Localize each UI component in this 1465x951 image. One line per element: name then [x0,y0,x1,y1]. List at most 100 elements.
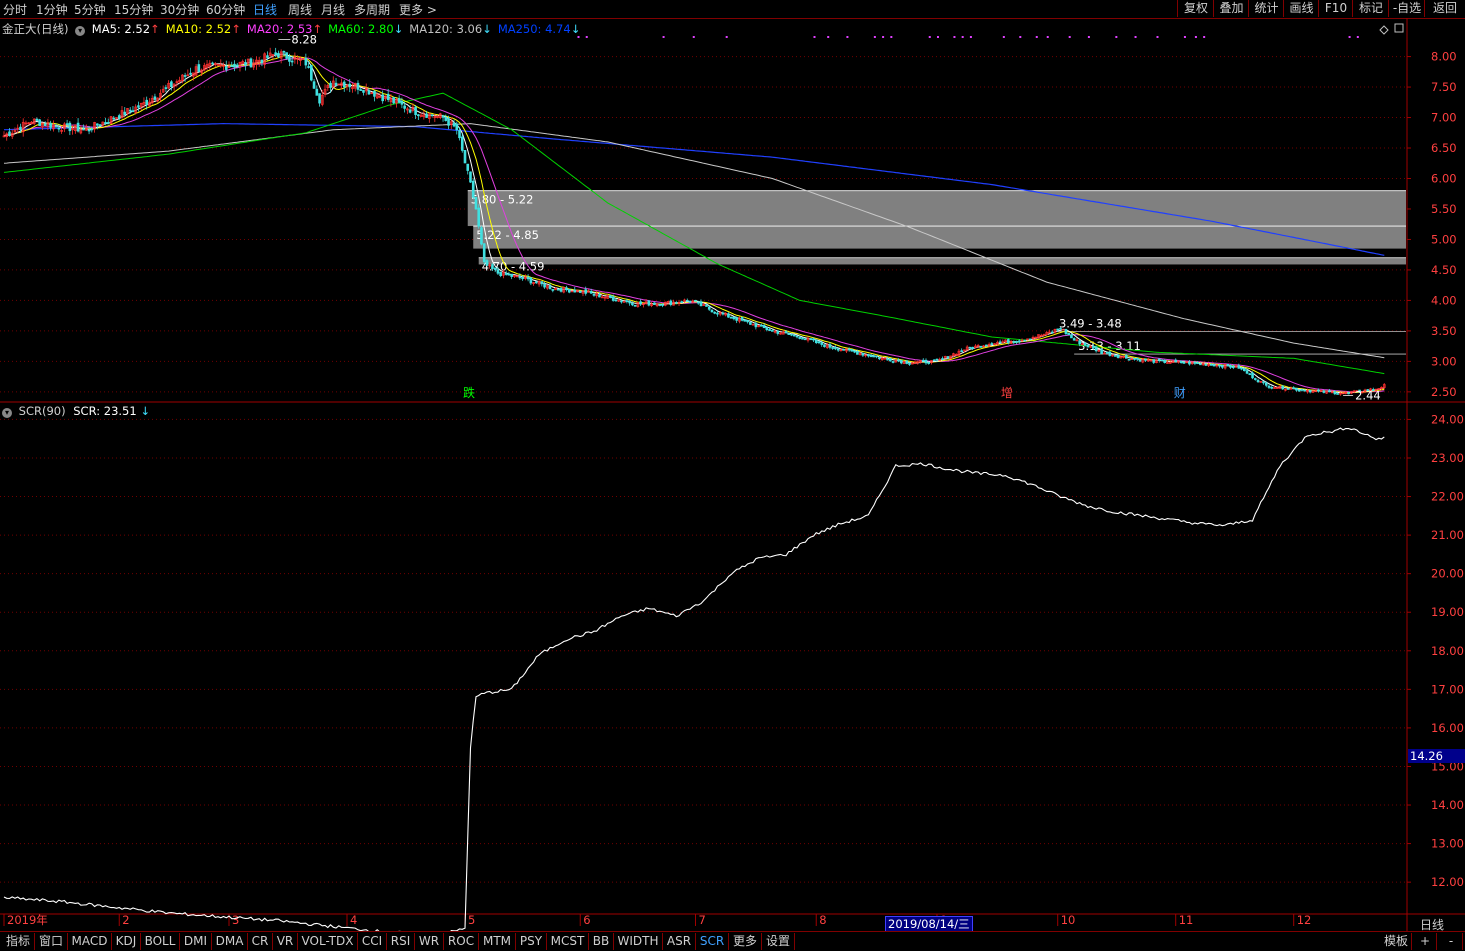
candle-body [290,60,294,63]
candle-body [1256,379,1260,383]
period-2[interactable]: 5分钟 [74,1,106,18]
toolbar-button-0[interactable]: 复权 [1177,0,1214,17]
candle-body [38,119,41,126]
tab-4[interactable]: BOLL [141,933,180,950]
y-tick-label: 23.00 [1431,451,1464,465]
event-marker: 增 [1001,386,1013,400]
candle-body [1070,334,1073,339]
tab-1[interactable]: 窗口 [35,933,68,950]
candle-body [1328,390,1331,393]
y-tick-label: 6.50 [1431,141,1457,155]
candle-body [1157,358,1161,361]
y-tick-label: 19.00 [1431,605,1464,619]
candle-body [1221,365,1224,368]
candle-body [1050,331,1054,334]
tab-8[interactable]: VR [273,933,298,950]
candle-body [685,299,689,302]
tab-15[interactable]: PSY [516,933,547,950]
ma-legend-arrow-3: ↓ [393,22,404,36]
tab-2[interactable]: MACD [68,933,112,950]
candle-body [543,283,546,288]
period-3[interactable]: 15分钟 [114,1,153,18]
candle-body [310,64,313,81]
candle-body [356,82,360,90]
ma-legend-item-3: MA60: 2.80↓ [328,22,404,36]
candle-body [2,135,6,138]
period-10[interactable]: 更多 > [399,1,437,18]
tab-14[interactable]: MTM [479,933,516,950]
candle-body [540,281,544,285]
period-0[interactable]: 分时 [3,1,27,18]
event-dot [936,36,939,38]
candle-body [762,325,766,329]
event-dot [1087,36,1090,38]
candle-body [886,358,889,361]
settings-icon[interactable]: ▾ [2,408,12,418]
tab-18[interactable]: WIDTH [614,933,663,950]
candle-body [1248,373,1252,376]
toolbar-button-1[interactable]: 叠加 [1213,0,1249,17]
toolbar-button-5[interactable]: 标记 [1352,0,1389,17]
toolbar-button-3[interactable]: 画线 [1283,0,1319,17]
period-5[interactable]: 60分钟 [206,1,245,18]
candle-body [318,93,321,104]
candle-body [430,114,434,117]
tab-12[interactable]: WR [415,933,444,950]
toolbar-button-2[interactable]: 统计 [1248,0,1284,17]
period-1[interactable]: 1分钟 [36,1,68,18]
toolbar-button-6[interactable]: -自选 [1388,0,1425,17]
stock-chart[interactable]: 2.50 3.00 3.50 4.00 4.50 5.00 5.50 6.00 6.50 7.00… [0,18,1465,931]
candle-body [658,304,662,306]
candle-body [1001,341,1005,344]
tab-5[interactable]: DMI [180,933,212,950]
candle-body [559,288,563,292]
tab-22[interactable]: 设置 [762,933,795,950]
tab-16[interactable]: MCST [547,933,589,950]
tab-13[interactable]: ROC [444,933,479,950]
candle-body [768,329,771,331]
y-tick-label: 22.00 [1431,490,1464,504]
tab-7[interactable]: CR [248,933,273,950]
candle-body [735,317,738,321]
scr-line [3,427,1385,931]
settings-icon[interactable]: ▾ [75,26,86,36]
toolbar-button-4[interactable]: F10 [1318,0,1353,17]
candle-body [1182,362,1186,364]
tab-20[interactable]: SCR [696,933,729,950]
y-tick-label: 20.00 [1431,567,1464,581]
candle-body [1083,342,1087,346]
tab-0[interactable]: 指标 [2,933,35,950]
candle-body [653,302,656,306]
candle-body [716,312,719,315]
toolbar-button-7[interactable]: 返回 [1424,0,1465,17]
tab-6[interactable]: DMA [212,933,248,950]
tab-right-0[interactable]: 模板 [1381,933,1412,950]
cursor-date-label: 2019/08/14/三 [885,916,973,932]
period-7[interactable]: 周线 [288,1,312,18]
candle-body [285,52,288,59]
y-tick-label: 2.50 [1431,385,1457,399]
tab-21[interactable]: 更多 [729,933,762,950]
event-dot [928,36,931,38]
y-tick-label: 3.00 [1431,354,1457,368]
tab-11[interactable]: RSI [387,933,415,950]
tab-10[interactable]: CCI [358,933,387,950]
tab-19[interactable]: ASR [663,933,696,950]
tab-right-2[interactable]: - [1440,933,1463,950]
period-4[interactable]: 30分钟 [160,1,199,18]
candle-body [548,285,552,290]
tab-9[interactable]: VOL-TDX [298,933,358,950]
candle-body [834,347,837,350]
period-8[interactable]: 月线 [321,1,345,18]
period-6[interactable]: 日线 [253,1,277,18]
candle-body [480,227,483,245]
candle-body [1114,355,1117,357]
candle-body [397,98,401,103]
x-tick-label: 4 [350,913,357,927]
candle-body [924,359,928,364]
tab-17[interactable]: BB [589,933,614,950]
tab-3[interactable]: KDJ [112,933,141,950]
tab-right-1[interactable]: + [1414,933,1437,950]
period-9[interactable]: 多周期 [354,1,390,18]
candle-body [535,281,538,284]
